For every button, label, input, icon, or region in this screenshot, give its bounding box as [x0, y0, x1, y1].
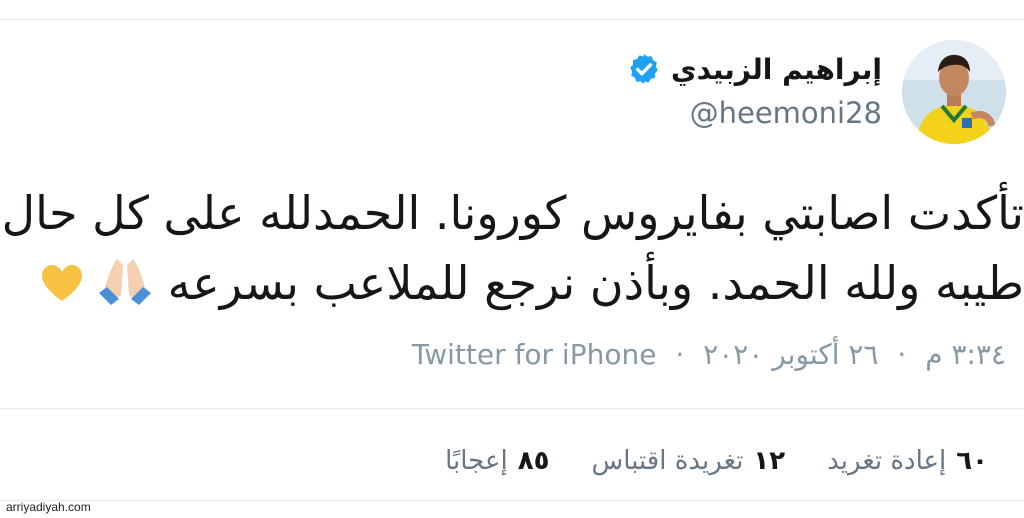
retweets-count: ٦٠	[956, 446, 988, 476]
avatar[interactable]	[902, 40, 1006, 144]
quotes-label: تغريدة اقتباس	[591, 446, 744, 476]
retweets-label: إعادة تغريد	[827, 446, 947, 476]
meta-separator-2: ·	[675, 338, 685, 371]
retweets-stat[interactable]: ٦٠ إعادة تغريد	[827, 446, 988, 476]
meta-separator-1: ·	[897, 338, 907, 371]
likes-stat[interactable]: ٨٥ إعجابًا	[445, 446, 549, 476]
top-divider	[0, 19, 1024, 20]
watermark: arriyadiyah.com	[6, 500, 91, 514]
tweet-text: تأكدت اصابتي بفايروس كورونا. الحمدلله عل…	[0, 178, 1024, 318]
tweet-time[interactable]: ٣:٣٤ م	[925, 338, 1006, 371]
tweet-text-line-1: تأكدت اصابتي بفايروس كورونا. الحمدلله عل…	[1, 186, 1024, 240]
tweet-text-line-2-content: طيبه ولله الحمد. وبأذن نرجع للملاعب بسرع…	[167, 256, 1024, 310]
tweet-date[interactable]: ٢٦ أكتوبر ٢٠٢٠	[703, 338, 878, 371]
bottom-divider	[0, 500, 1024, 501]
tweet-meta: ٣:٣٤ م · ٢٦ أكتوبر ٢٠٢٠ · Twitter for iP…	[412, 338, 1006, 371]
likes-count: ٨٥	[517, 446, 550, 476]
avatar-image	[902, 40, 1006, 144]
author-handle[interactable]: @heemoni28	[690, 96, 882, 130]
stats-divider	[0, 408, 1024, 409]
tweet-source[interactable]: Twitter for iPhone	[412, 338, 657, 371]
quotes-stat[interactable]: ١٢ تغريدة اقتباس	[591, 446, 785, 476]
tweet-text-line-2: طيبه ولله الحمد. وبأذن نرجع للملاعب بسرع…	[0, 248, 1024, 318]
author-row: إبراهيم الزبيدي	[627, 52, 882, 86]
yellow-heart-emoji	[42, 265, 83, 301]
verified-badge-icon	[630, 54, 658, 84]
author-name[interactable]: إبراهيم الزبيدي	[671, 53, 882, 86]
tweet-stats: ٦٠ إعادة تغريد ١٢ تغريدة اقتباس ٨٥ إعجابًا	[445, 446, 988, 476]
likes-label: إعجابًا	[445, 446, 508, 476]
quotes-count: ١٢	[753, 446, 786, 476]
folded-hands-emoji	[99, 259, 151, 305]
